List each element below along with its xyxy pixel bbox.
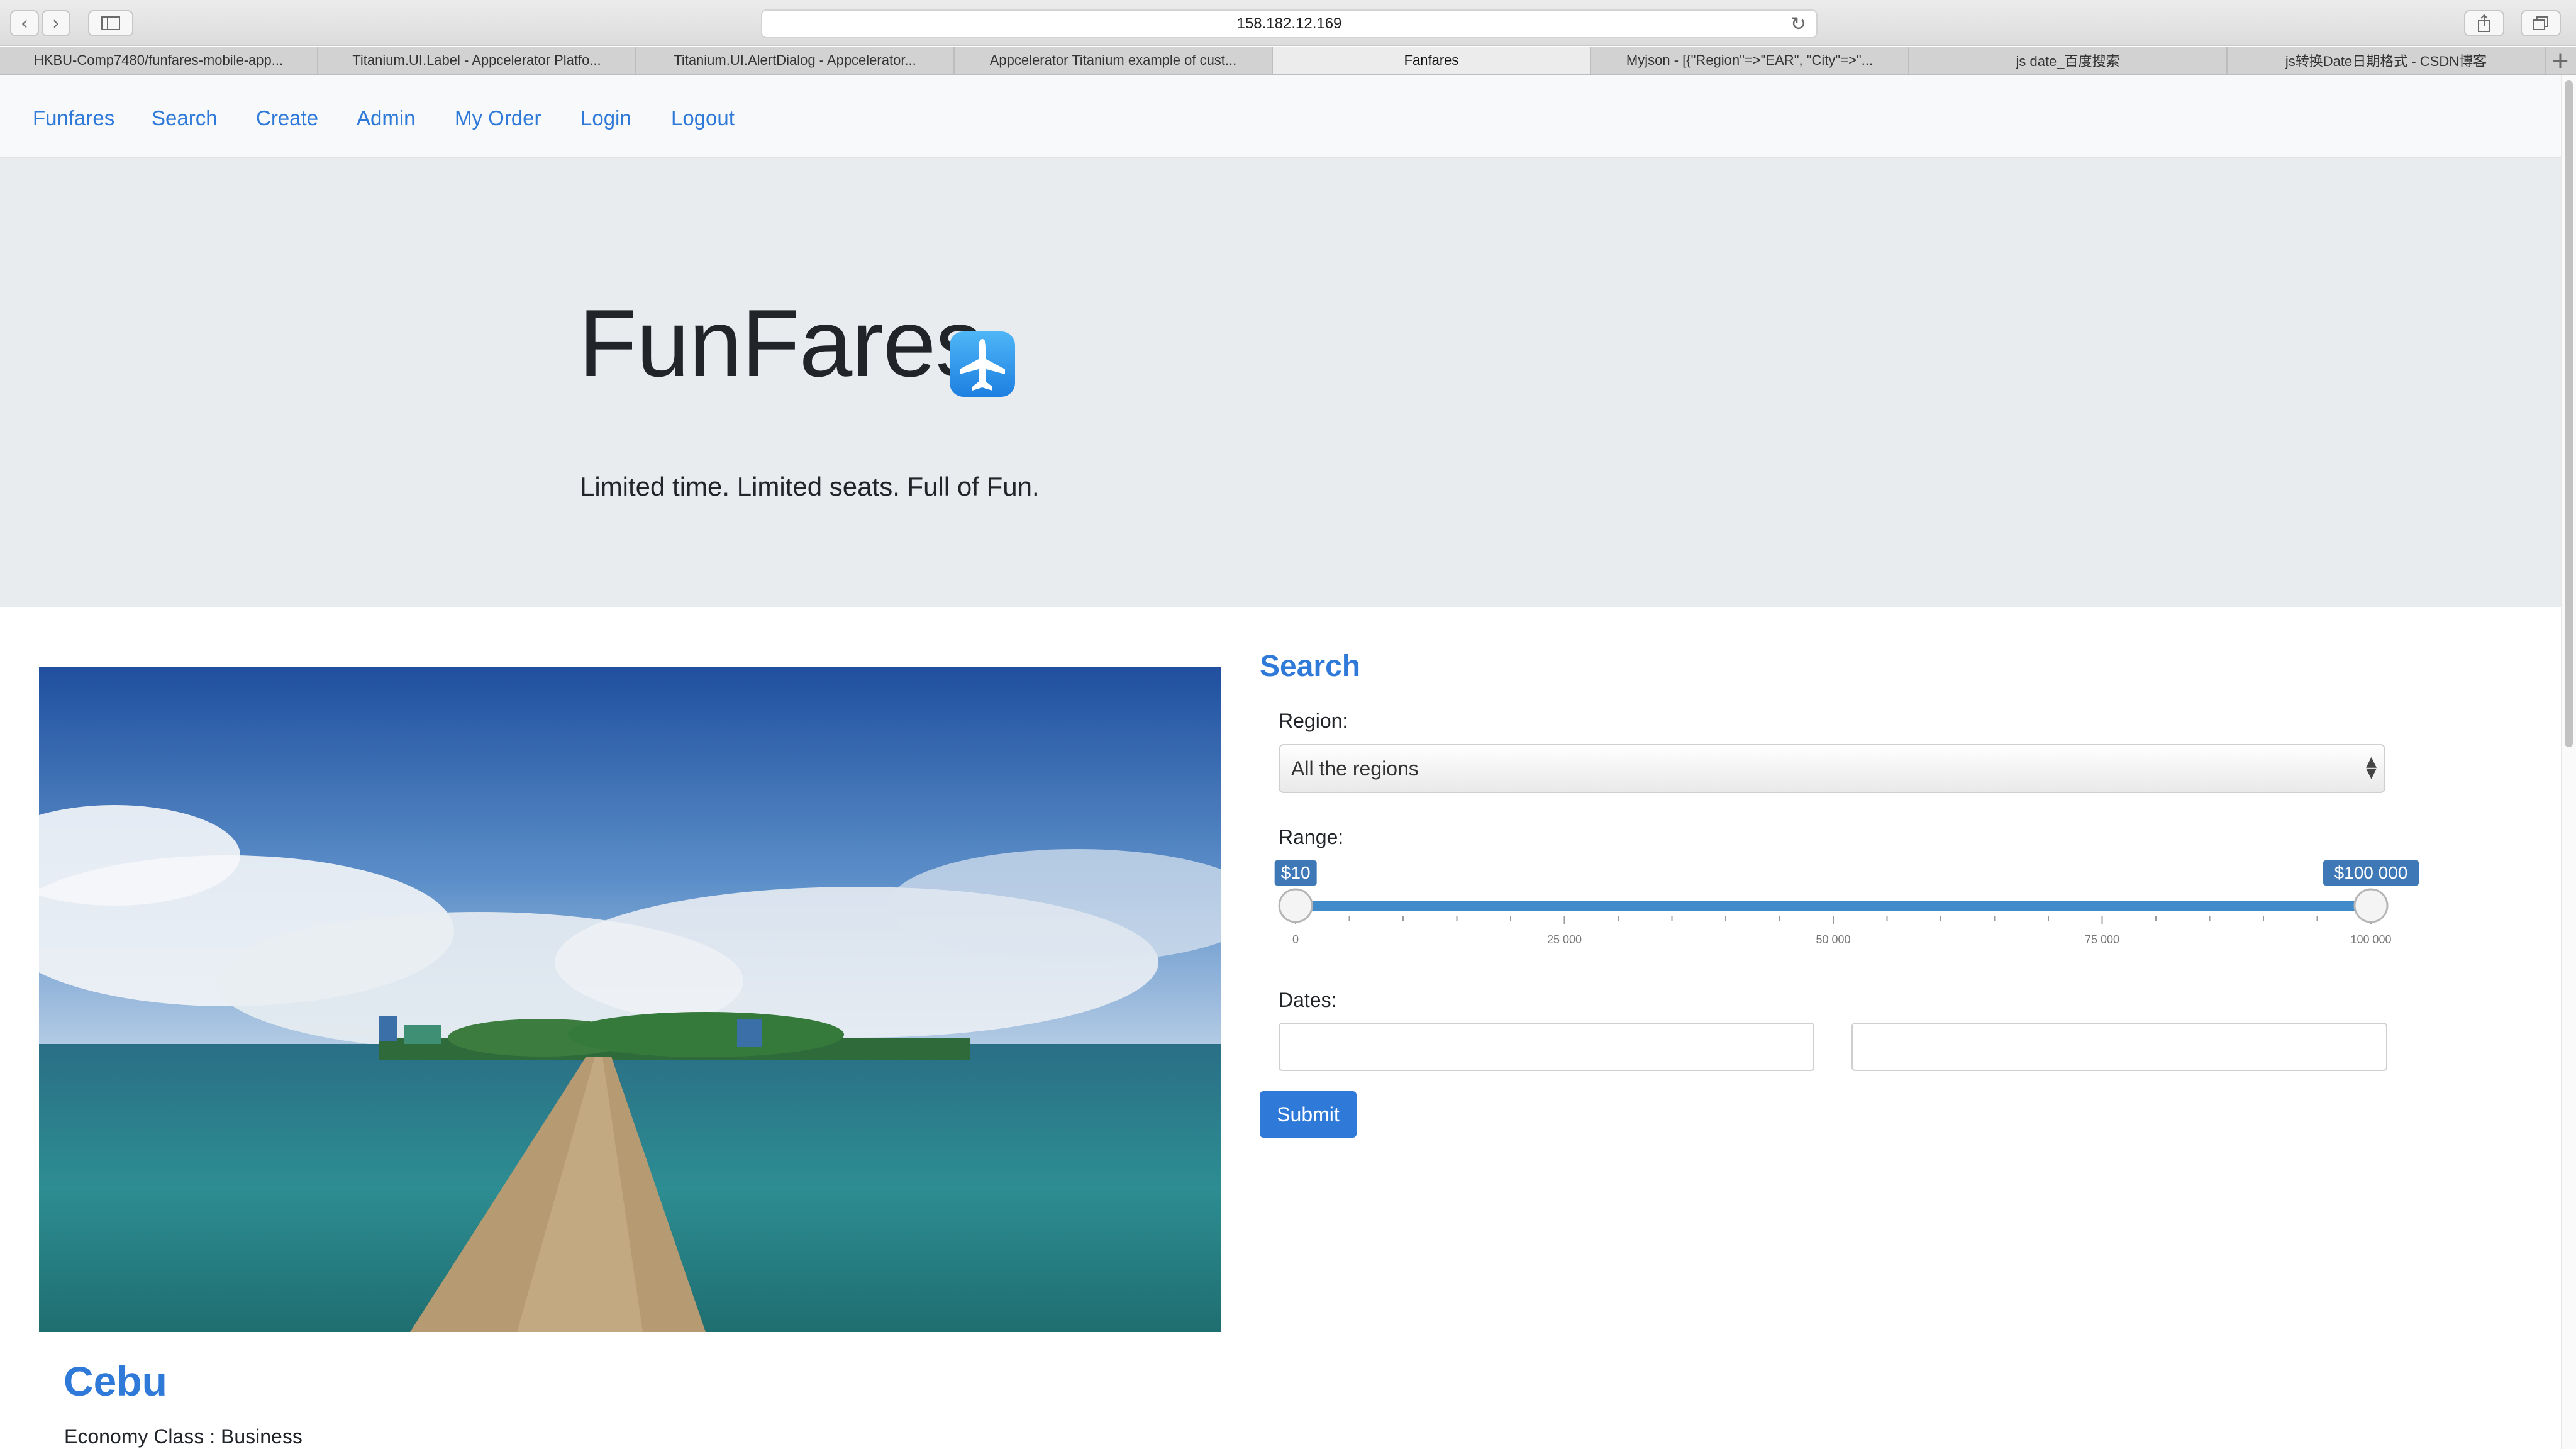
sidebar-toggle-icon[interactable] [88,10,133,36]
range-max-handle[interactable] [2353,888,2389,923]
range-max-tooltip-text: $100 000 [2334,863,2408,882]
submit-button[interactable]: Submit [1260,1091,1357,1138]
browser-tab[interactable]: Titanium.UI.AlertDialog - Appcelerator..… [636,47,955,74]
new-tab-plus-icon[interactable]: + [2546,47,2575,74]
airplane-icon [950,331,1015,397]
sidebar-glyph [101,16,120,30]
slider-tick-label: 75 000 [2085,933,2119,946]
reload-icon[interactable]: ↻ [1790,13,1806,35]
region-select[interactable]: All the regions ▲ ▼ [1279,744,2385,793]
slider-tick-label: 25 000 [1547,933,1582,946]
browser-tab[interactable]: Myjson - [{"Region"=>"EAR", "City"=>"... [1591,47,1909,74]
slider-selection [1296,901,2371,911]
browser-tab[interactable]: Appcelerator Titanium example of cust... [955,47,1273,74]
browser-tab-active[interactable]: Fanfares [1273,47,1591,74]
price-range-slider[interactable]: 0 25 000 50 000 75 000 100 000 $10 $100 000 [1270,855,2421,950]
select-arrows-icon: ▲ ▼ [2366,754,2377,781]
scrollbar-thumb[interactable] [2565,80,2573,747]
slider-tick-label: 0 [1292,933,1299,946]
share-icon[interactable] [2464,10,2504,36]
nav-link-login[interactable]: Login [580,106,631,130]
slider-tick-label: 100 000 [2350,933,2391,946]
share-glyph [2478,14,2490,32]
hero-jumbotron: FunFares Limited time. Limited seats. Fu… [0,158,2561,607]
nav-link-admin[interactable]: Admin [357,106,416,130]
date-from-input[interactable] [1279,1023,1814,1071]
site-navbar: Funfares Search Create Admin My Order Lo… [0,75,2561,158]
airplane-glyph [960,339,1005,391]
range-min-tooltip-text: $10 [1281,863,1311,882]
browser-tab[interactable]: js date_百度搜索 [1909,47,2228,74]
back-arrow-icon[interactable]: ‹ [10,10,39,36]
url-text: 158.182.12.169 [1236,15,1342,32]
address-bar[interactable]: 158.182.12.169 ↻ [761,9,1818,38]
browser-tab[interactable]: HKBU-Comp7480/funfares-mobile-app... [0,47,318,74]
tabs-overview-icon[interactable] [2521,10,2561,36]
destination-class: Economy Class : Business [64,1425,303,1448]
search-heading: Search [1260,650,1361,683]
dates-label: Dates: [1279,989,1337,1011]
date-to-input[interactable] [1852,1023,2387,1071]
browser-tab[interactable]: js转换Date日期格式 - CSDN博客 [2228,47,2546,74]
range-label: Range: [1279,826,1344,848]
site-title: FunFares [579,290,983,397]
region-label: Region: [1279,709,1348,732]
forward-arrow-icon[interactable]: › [42,10,70,36]
nav-link-create[interactable]: Create [256,106,318,130]
tabs-glyph [2533,16,2548,30]
destination-photo [0,667,1265,1332]
browser-toolbar: ‹ › 158.182.12.169 ↻ [0,0,2576,46]
browser-tab[interactable]: Titanium.UI.Label - Appcelerator Platfo.… [318,47,636,74]
tagline: Limited time. Limited seats. Full of Fun… [580,472,1040,501]
nav-link-search[interactable]: Search [152,106,218,130]
destination-name[interactable]: Cebu [64,1357,167,1405]
nav-link-logout[interactable]: Logout [671,106,735,130]
pier-photo-illustration [0,667,1265,1332]
tab-bar: HKBU-Comp7480/funfares-mobile-app... Tit… [0,47,2576,75]
nav-link-funfares[interactable]: Funfares [33,106,114,130]
region-selected-value: All the regions [1291,757,1419,780]
range-min-handle[interactable] [1278,888,1313,923]
slider-tick-label: 50 000 [1816,933,1850,946]
nav-link-my-order[interactable]: My Order [455,106,541,130]
